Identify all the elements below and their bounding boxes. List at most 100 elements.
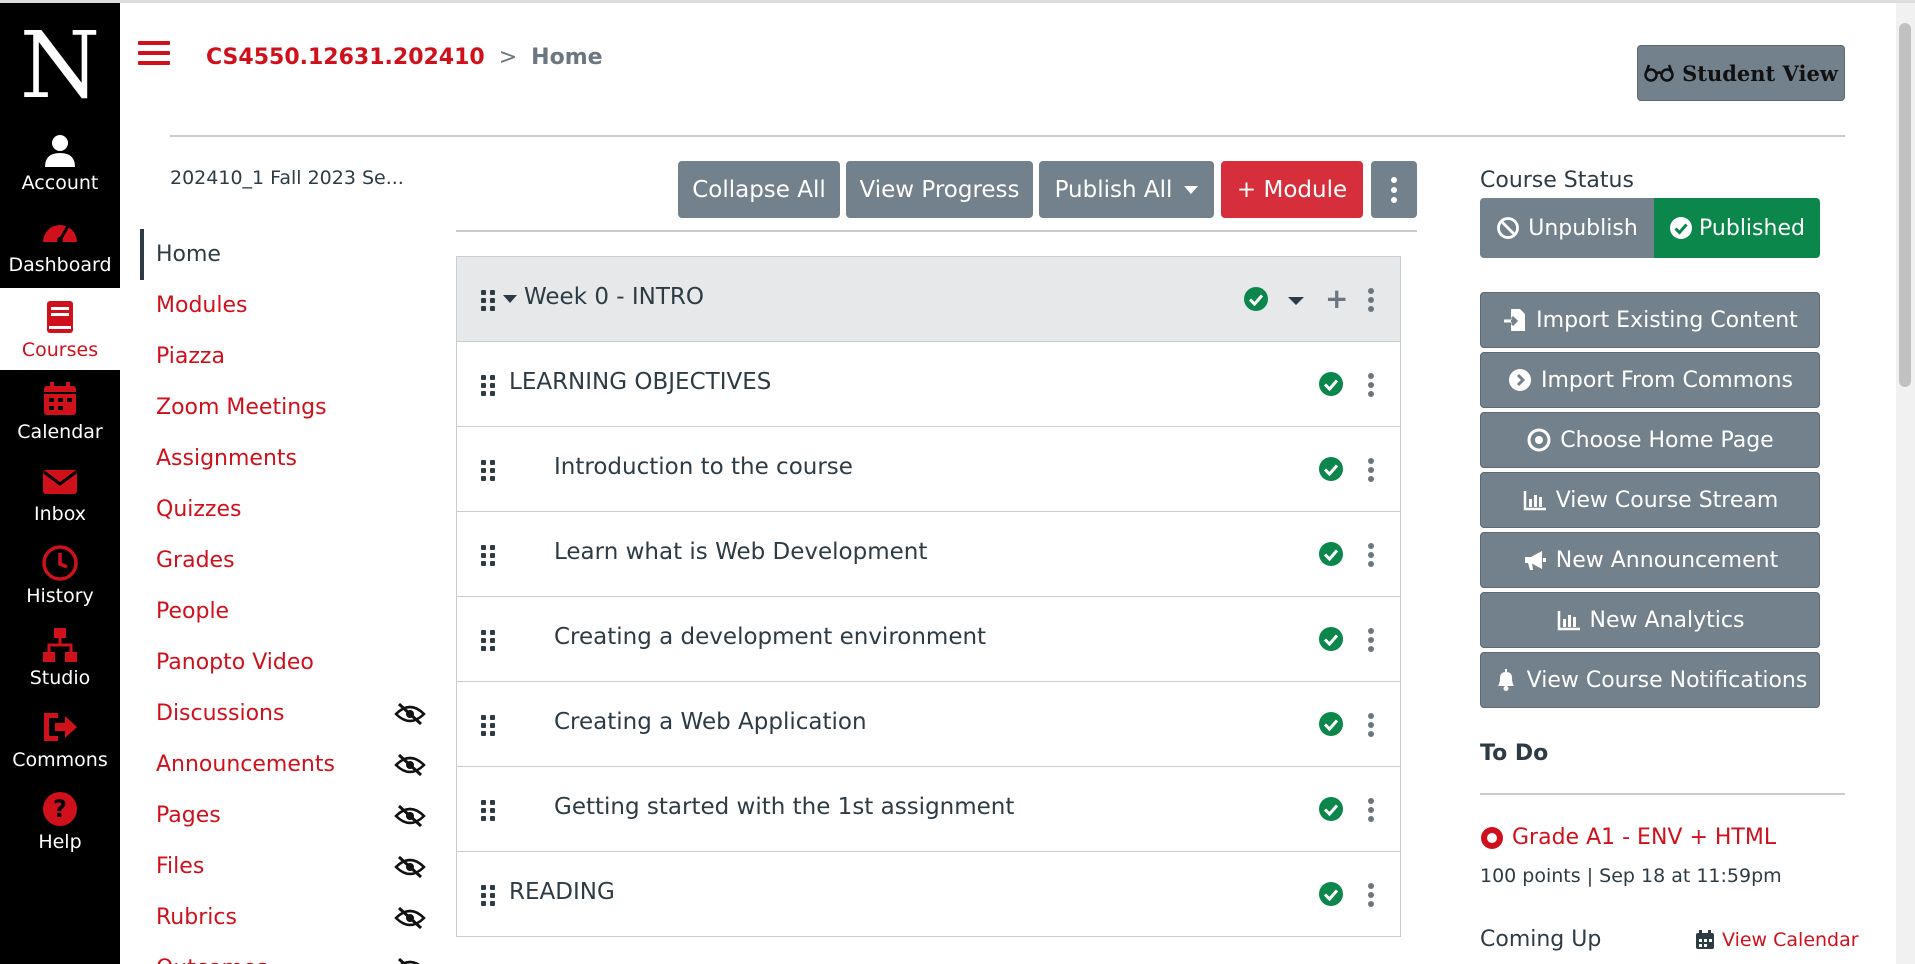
breadcrumb-current-page: Home [531, 45, 603, 70]
module-item[interactable]: Learn what is Web Development [457, 512, 1400, 597]
choose-home-page-button[interactable]: Choose Home Page [1480, 412, 1820, 468]
global-nav-history[interactable]: History [0, 534, 120, 616]
kebab-icon[interactable] [1367, 458, 1375, 482]
global-nav-studio[interactable]: Studio [0, 616, 120, 698]
unpublish-button[interactable]: Unpublish [1480, 198, 1654, 258]
module-week-0: Week 0 - INTRO + LEARNING OBJECTIVES Int… [456, 256, 1401, 937]
global-nav-help[interactable]: ? Help [0, 780, 120, 862]
drag-handle-icon[interactable] [481, 290, 495, 311]
global-nav-courses[interactable]: Courses [0, 288, 120, 370]
module-item-title[interactable]: Getting started with the 1st assignment [554, 794, 1014, 820]
northeastern-logo[interactable]: N [0, 20, 120, 112]
course-nav-people[interactable]: People [140, 586, 430, 637]
drag-handle-icon[interactable] [481, 545, 495, 566]
speedometer-icon [43, 224, 77, 243]
published-check-icon[interactable] [1319, 627, 1343, 651]
module-item[interactable]: Creating a development environment [457, 597, 1400, 682]
global-nav-inbox[interactable]: Inbox [0, 452, 120, 534]
course-nav-zoom-meetings[interactable]: Zoom Meetings [140, 382, 430, 433]
published-button[interactable]: Published [1654, 198, 1820, 258]
collapse-all-button[interactable]: Collapse All [678, 161, 840, 218]
course-nav-announcements[interactable]: Announcements [140, 739, 430, 790]
kebab-icon[interactable] [1367, 713, 1375, 737]
module-item-title[interactable]: Introduction to the course [554, 454, 853, 480]
global-nav: N Account Dashboard Courses Calendar Inb… [0, 3, 120, 964]
module-item-title[interactable]: LEARNING OBJECTIVES [509, 369, 771, 395]
module-item-title[interactable]: Creating a development environment [554, 624, 986, 650]
import-existing-content-button[interactable]: Import Existing Content [1480, 292, 1820, 348]
check-circle-icon [1670, 217, 1693, 239]
module-item-title[interactable]: READING [509, 879, 615, 905]
todo-heading: To Do [1480, 741, 1549, 766]
import-from-commons-button[interactable]: Import From Commons [1480, 352, 1820, 408]
view-progress-button[interactable]: View Progress [846, 161, 1033, 218]
course-nav-home[interactable]: Home [140, 229, 430, 280]
global-nav-account[interactable]: Account [0, 121, 120, 203]
module-item-title[interactable]: Learn what is Web Development [554, 539, 927, 565]
eye-slash-icon [394, 702, 426, 726]
course-nav-assignments[interactable]: Assignments [140, 433, 430, 484]
published-check-icon[interactable] [1319, 372, 1343, 396]
ban-icon [1497, 217, 1520, 239]
collapse-caret-icon[interactable] [503, 295, 517, 303]
drag-handle-icon[interactable] [481, 885, 495, 906]
kebab-icon[interactable] [1367, 628, 1375, 652]
published-check-icon[interactable] [1244, 287, 1268, 311]
kebab-icon[interactable] [1367, 798, 1375, 822]
breadcrumb-course-link[interactable]: CS4550.12631.202410 [206, 45, 485, 70]
glasses-icon [1644, 64, 1674, 82]
course-nav-grades[interactable]: Grades [140, 535, 430, 586]
breadcrumb: CS4550.12631.202410 > Home [206, 45, 603, 70]
module-item[interactable]: READING [457, 852, 1400, 937]
scrollbar-thumb[interactable] [1899, 23, 1911, 387]
drag-handle-icon[interactable] [481, 800, 495, 821]
course-nav-modules[interactable]: Modules [140, 280, 430, 331]
published-check-icon[interactable] [1319, 457, 1343, 481]
drag-handle-icon[interactable] [481, 460, 495, 481]
global-nav-calendar[interactable]: Calendar [0, 370, 120, 452]
module-item-title[interactable]: Creating a Web Application [554, 709, 867, 735]
drag-handle-icon[interactable] [481, 715, 495, 736]
todo-item-link[interactable]: Grade A1 - ENV + HTML [1480, 825, 1776, 850]
kebab-icon[interactable] [1367, 288, 1375, 312]
published-check-icon[interactable] [1319, 882, 1343, 906]
drag-handle-icon[interactable] [481, 630, 495, 651]
view-calendar-link[interactable]: View Calendar [1694, 929, 1859, 951]
course-nav-piazza[interactable]: Piazza [140, 331, 430, 382]
course-nav-panopto-video[interactable]: Panopto Video [140, 637, 430, 688]
chevron-down-icon[interactable] [1288, 297, 1304, 305]
module-item[interactable]: Getting started with the 1st assignment [457, 767, 1400, 852]
published-check-icon[interactable] [1319, 797, 1343, 821]
module-item[interactable]: Introduction to the course [457, 427, 1400, 512]
student-view-button[interactable]: Student View [1637, 45, 1845, 101]
todo-divider [1480, 793, 1845, 795]
kebab-icon[interactable] [1367, 373, 1375, 397]
global-nav-commons[interactable]: Commons [0, 698, 120, 780]
module-item[interactable]: Creating a Web Application [457, 682, 1400, 767]
global-nav-dashboard[interactable]: Dashboard [0, 203, 120, 285]
eye-slash-icon [397, 957, 420, 964]
published-check-icon[interactable] [1319, 712, 1343, 736]
kebab-icon[interactable] [1367, 543, 1375, 567]
add-item-icon[interactable]: + [1325, 285, 1348, 313]
drag-handle-icon[interactable] [481, 375, 495, 396]
new-analytics-button[interactable]: New Analytics [1480, 592, 1820, 648]
course-nav-outcomes[interactable]: Outcomes [140, 943, 430, 964]
course-nav-pages[interactable]: Pages [140, 790, 430, 841]
module-header[interactable]: Week 0 - INTRO + [457, 257, 1400, 342]
view-course-stream-button[interactable]: View Course Stream [1480, 472, 1820, 528]
published-check-icon[interactable] [1319, 542, 1343, 566]
module-item[interactable]: LEARNING OBJECTIVES [457, 342, 1400, 427]
new-announcement-button[interactable]: New Announcement [1480, 532, 1820, 588]
course-nav-files[interactable]: Files [140, 841, 430, 892]
hamburger-menu-icon[interactable] [138, 41, 170, 71]
course-nav-discussions[interactable]: Discussions [140, 688, 430, 739]
kebab-icon[interactable] [1367, 883, 1375, 907]
course-nav-rubrics[interactable]: Rubrics [140, 892, 430, 943]
add-module-button[interactable]: + Module [1221, 161, 1363, 218]
publish-all-button[interactable]: Publish All [1039, 161, 1214, 218]
view-course-notifications-button[interactable]: View Course Notifications [1480, 652, 1820, 708]
bar-chart-icon [1557, 611, 1580, 631]
more-options-button[interactable] [1371, 161, 1417, 218]
course-nav-quizzes[interactable]: Quizzes [140, 484, 430, 535]
